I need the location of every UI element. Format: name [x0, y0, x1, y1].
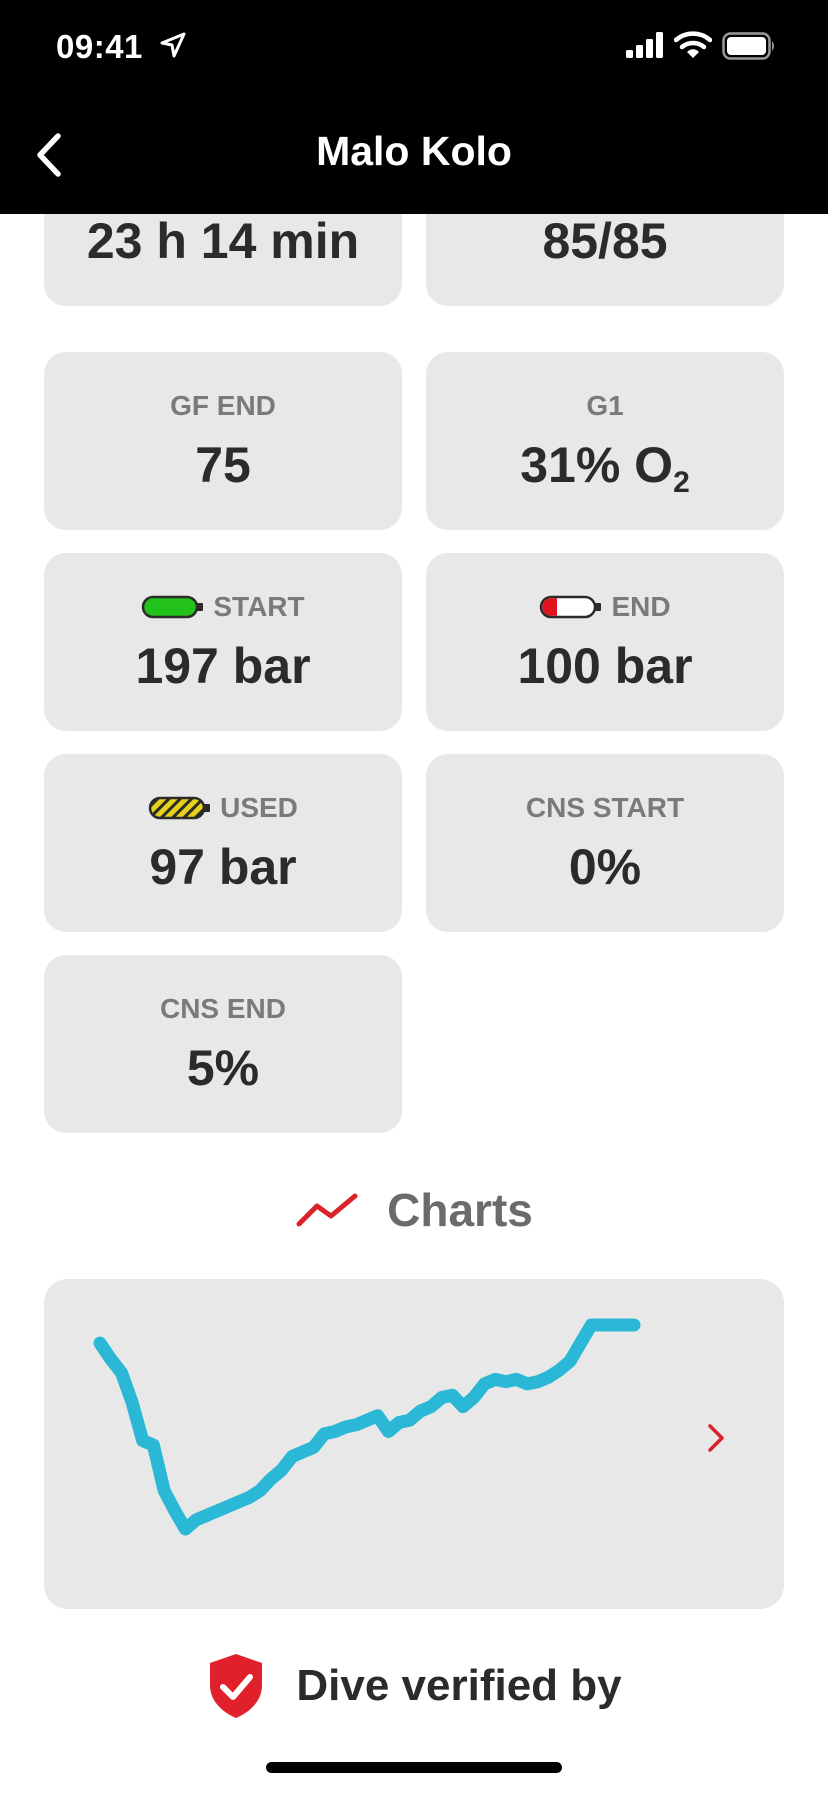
tank-full-icon — [142, 595, 204, 619]
used-pressure-value: 97 bar — [149, 839, 297, 895]
cns-start-value: 0% — [568, 839, 642, 895]
home-indicator — [266, 1762, 562, 1773]
gf-value: 85/85 — [542, 214, 668, 269]
tank-used-icon — [148, 796, 211, 820]
used-pressure-label: USED — [220, 792, 298, 823]
used-pressure-label-row: USED — [44, 792, 402, 824]
cellular-signal-icon — [626, 32, 663, 58]
navigation-bar: Malo Kolo — [0, 96, 828, 214]
stat-tile-gf-end: GF END 75 — [44, 352, 402, 530]
dive-detail-scroll[interactable]: 23 h 14 min 85/85 GF END 75 G1 31% O2 ST… — [0, 214, 828, 1793]
wifi-icon — [674, 31, 712, 58]
gas-value-subscript: 2 — [673, 466, 690, 499]
trend-icon — [296, 1193, 358, 1227]
stat-tile-gf: 85/85 — [426, 214, 784, 306]
start-pressure-label: START — [213, 591, 305, 622]
gf-end-value: 75 — [195, 437, 251, 493]
chevron-right-icon[interactable] — [704, 1420, 728, 1456]
start-pressure-value: 197 bar — [135, 638, 311, 694]
stat-tile-cns-end: CNS END 5% — [44, 955, 402, 1133]
depth-profile-line — [93, 1318, 641, 1536]
stat-tile-cns-start: CNS START 0% — [426, 754, 784, 932]
status-bar: 09:41 — [0, 0, 828, 96]
cns-start-label: CNS START — [525, 792, 685, 823]
tank-low-icon — [540, 595, 602, 619]
cns-end-value: 5% — [186, 1040, 260, 1096]
verified-shield-icon — [210, 1654, 263, 1718]
page-title: Malo Kolo — [316, 128, 512, 174]
stat-tile-end-pressure: END 100 bar — [426, 553, 784, 731]
dive-verified-row: Dive verified by — [0, 1646, 828, 1726]
depth-chart — [93, 1318, 641, 1536]
end-pressure-label-row: END — [426, 591, 784, 623]
gas-value: 31% O2 — [426, 436, 784, 500]
cns-end-label: CNS END — [159, 993, 286, 1024]
charts-section-header: Charts — [0, 1180, 828, 1240]
gas-label: G1 — [586, 390, 624, 421]
depth-chart-card[interactable] — [44, 1279, 784, 1609]
duration-value: 23 h 14 min — [86, 214, 360, 269]
stat-tile-duration: 23 h 14 min — [44, 214, 402, 306]
end-pressure-value: 100 bar — [517, 638, 693, 694]
start-pressure-label-row: START — [44, 591, 402, 623]
battery-icon — [722, 32, 774, 60]
location-arrow-icon — [160, 32, 186, 58]
stat-tile-start-pressure: START 197 bar — [44, 553, 402, 731]
stat-tile-gas: G1 31% O2 — [426, 352, 784, 530]
stat-tile-used-pressure: USED 97 bar — [44, 754, 402, 932]
charts-title: Charts — [387, 1184, 533, 1236]
end-pressure-label: END — [611, 591, 671, 622]
status-time: 09:41 — [56, 28, 143, 65]
verified-text: Dive verified by — [296, 1661, 622, 1710]
gf-end-label: GF END — [170, 390, 276, 421]
gas-value-main: 31% O — [520, 437, 674, 493]
